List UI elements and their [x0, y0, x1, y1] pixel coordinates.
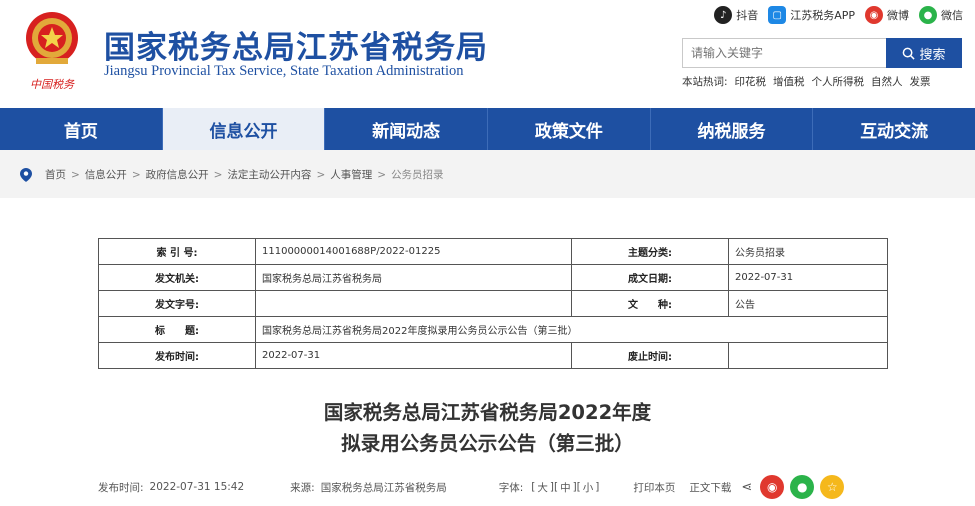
meta-label: 主题分类:	[571, 238, 729, 265]
hotword-item[interactable]: 自然人	[871, 74, 903, 89]
search-input[interactable]	[682, 38, 886, 68]
meta-value: 公告	[728, 290, 888, 317]
article-title-line1: 国家税务总局江苏省税务局2022年度	[323, 401, 652, 424]
meta-value	[255, 290, 572, 317]
top-link-wechat[interactable]: ● 微信	[919, 6, 963, 24]
breadcrumb-separator: >	[71, 168, 80, 181]
douyin-icon: ♪	[714, 6, 733, 24]
breadcrumb-separator: >	[316, 168, 326, 181]
top-link-label: 微信	[941, 9, 963, 22]
nav-item-policy[interactable]: 政策文件	[488, 108, 651, 150]
print-button[interactable]: 打印本页	[633, 480, 675, 495]
nav-item-home[interactable]: 首页	[0, 108, 163, 150]
publish-label: 发布时间:	[98, 481, 144, 494]
breadcrumb-current: 公务员招录	[391, 169, 444, 181]
source-label: 来源:	[290, 481, 315, 494]
meta-label: 文 种:	[571, 290, 729, 317]
breadcrumb-separator: >	[131, 168, 141, 181]
top-link-weibo[interactable]: ◉ 微博	[865, 6, 909, 24]
nav-item-interaction[interactable]: 互动交流	[813, 108, 975, 150]
publish-time: 2022-07-31 15:42	[149, 481, 245, 493]
weibo-share-icon[interactable]: ◉	[760, 475, 785, 499]
location-pin-icon	[20, 167, 32, 182]
site-title[interactable]: 国家税务总局江苏省税务局	[104, 22, 488, 67]
article-title-line2: 拟录用公务员公示公告（第三批）	[341, 432, 634, 455]
weibo-icon: ◉	[865, 6, 883, 24]
download-button[interactable]: 正文下载	[689, 480, 731, 495]
table-row: 索 引 号: 11100000014001688P/2022-01225 主题分…	[98, 238, 888, 265]
top-link-douyin[interactable]: ♪ 抖音	[714, 6, 758, 24]
top-link-label: 江苏税务APP	[790, 9, 855, 22]
site-subtitle: Jiangsu Provincial Tax Service, State Ta…	[104, 63, 464, 79]
hotword-item[interactable]: 发票	[910, 74, 931, 89]
meta-value	[728, 342, 888, 369]
top-link-label: 微博	[887, 9, 909, 22]
favorite-star-icon[interactable]: ☆	[820, 475, 845, 499]
breadcrumb-link[interactable]: 首页	[45, 167, 66, 182]
top-links: ♪ 抖音 ▢ 江苏税务APP ◉ 微博 ● 微信	[714, 6, 963, 24]
app-icon: ▢	[768, 6, 787, 24]
breadcrumb-bar: 首页 > 信息公开 > 政府信息公开 > 法定主动公开内容 > 人事管理 > 公…	[0, 150, 975, 198]
font-size-medium[interactable]: 中	[560, 480, 571, 495]
share-icon[interactable]: ⋖	[741, 480, 752, 495]
meta-label: 成文日期:	[571, 264, 729, 291]
font-size-bracket: [	[531, 481, 536, 493]
top-link-app[interactable]: ▢ 江苏税务APP	[768, 6, 855, 24]
nav-item-info-disclosure[interactable]: 信息公开	[162, 108, 326, 150]
meta-value: 公务员招录	[728, 238, 888, 265]
breadcrumb-link[interactable]: 人事管理	[330, 167, 372, 182]
meta-value: 国家税务总局江苏省税务局2022年度拟录用公务员公示公告（第三批）	[255, 316, 888, 343]
table-row: 标 题: 国家税务总局江苏省税务局2022年度拟录用公务员公示公告（第三批）	[98, 316, 888, 343]
top-link-label: 抖音	[736, 9, 759, 22]
font-size-bracket: ][	[549, 481, 559, 493]
breadcrumb: 首页 > 信息公开 > 政府信息公开 > 法定主动公开内容 > 人事管理 > 公…	[20, 167, 444, 182]
table-row: 发文字号: 文 种: 公告	[98, 290, 888, 317]
font-size-bracket: ]	[595, 481, 600, 493]
hotword-item[interactable]: 印花税	[735, 74, 767, 89]
breadcrumb-link[interactable]: 信息公开	[85, 167, 127, 182]
search-box: 搜索	[682, 38, 962, 68]
nav-item-news[interactable]: 新闻动态	[325, 108, 489, 150]
source-value: 国家税务总局江苏省税务局	[320, 481, 447, 494]
wechat-icon: ●	[919, 6, 937, 24]
font-size-small[interactable]: 小	[583, 480, 594, 495]
metadata-table: 索 引 号: 11100000014001688P/2022-01225 主题分…	[98, 238, 888, 369]
search-button[interactable]: 搜索	[886, 38, 962, 68]
meta-value: 2022-07-31	[728, 264, 888, 291]
meta-value: 国家税务总局江苏省税务局	[255, 264, 572, 291]
article-info-row: 发布时间: 2022-07-31 15:42 来源: 国家税务总局江苏省税务局 …	[98, 475, 888, 499]
meta-label: 标 题:	[98, 316, 256, 343]
breadcrumb-link[interactable]: 法定主动公开内容	[227, 167, 311, 182]
main-nav: 首页 信息公开 新闻动态 政策文件 纳税服务 互动交流	[0, 108, 975, 150]
svg-text:中国税务: 中国税务	[30, 78, 75, 91]
font-size-large[interactable]: 大	[537, 480, 548, 495]
meta-label: 索 引 号:	[98, 238, 256, 265]
font-size-bracket: ][	[572, 481, 581, 493]
national-emblem-logo[interactable]: 中国税务	[22, 8, 82, 96]
hotword-item[interactable]: 个人所得税	[812, 74, 865, 89]
site-header: 中国税务 国家税务总局江苏省税务局 Jiangsu Provincial Tax…	[0, 0, 975, 108]
table-row: 发文机关: 国家税务总局江苏省税务局 成文日期: 2022-07-31	[98, 264, 888, 291]
hotword-item[interactable]: 增值税	[773, 74, 805, 89]
meta-label: 发文机关:	[98, 264, 256, 291]
meta-value: 11100000014001688P/2022-01225	[255, 238, 572, 265]
meta-value: 2022-07-31	[255, 342, 572, 369]
table-row: 发布时间: 2022-07-31 废止时间:	[98, 342, 888, 369]
breadcrumb-separator: >	[377, 168, 387, 181]
breadcrumb-link[interactable]: 政府信息公开	[146, 167, 209, 182]
meta-label: 发布时间:	[98, 342, 256, 369]
hotwords-label: 本站热词:	[682, 76, 728, 88]
search-button-label: 搜索	[919, 47, 946, 63]
breadcrumb-separator: >	[213, 168, 223, 181]
wechat-share-icon[interactable]: ●	[790, 475, 815, 499]
font-size-label: 字体:	[498, 481, 524, 494]
meta-label: 发文字号:	[98, 290, 256, 317]
nav-item-tax-service[interactable]: 纳税服务	[651, 108, 814, 150]
search-icon	[903, 47, 916, 60]
hotwords: 本站热词: 印花税 增值税 个人所得税 自然人 发票	[682, 74, 931, 89]
content-panel: 索 引 号: 11100000014001688P/2022-01225 主题分…	[8, 198, 967, 506]
meta-label: 废止时间:	[571, 342, 729, 369]
